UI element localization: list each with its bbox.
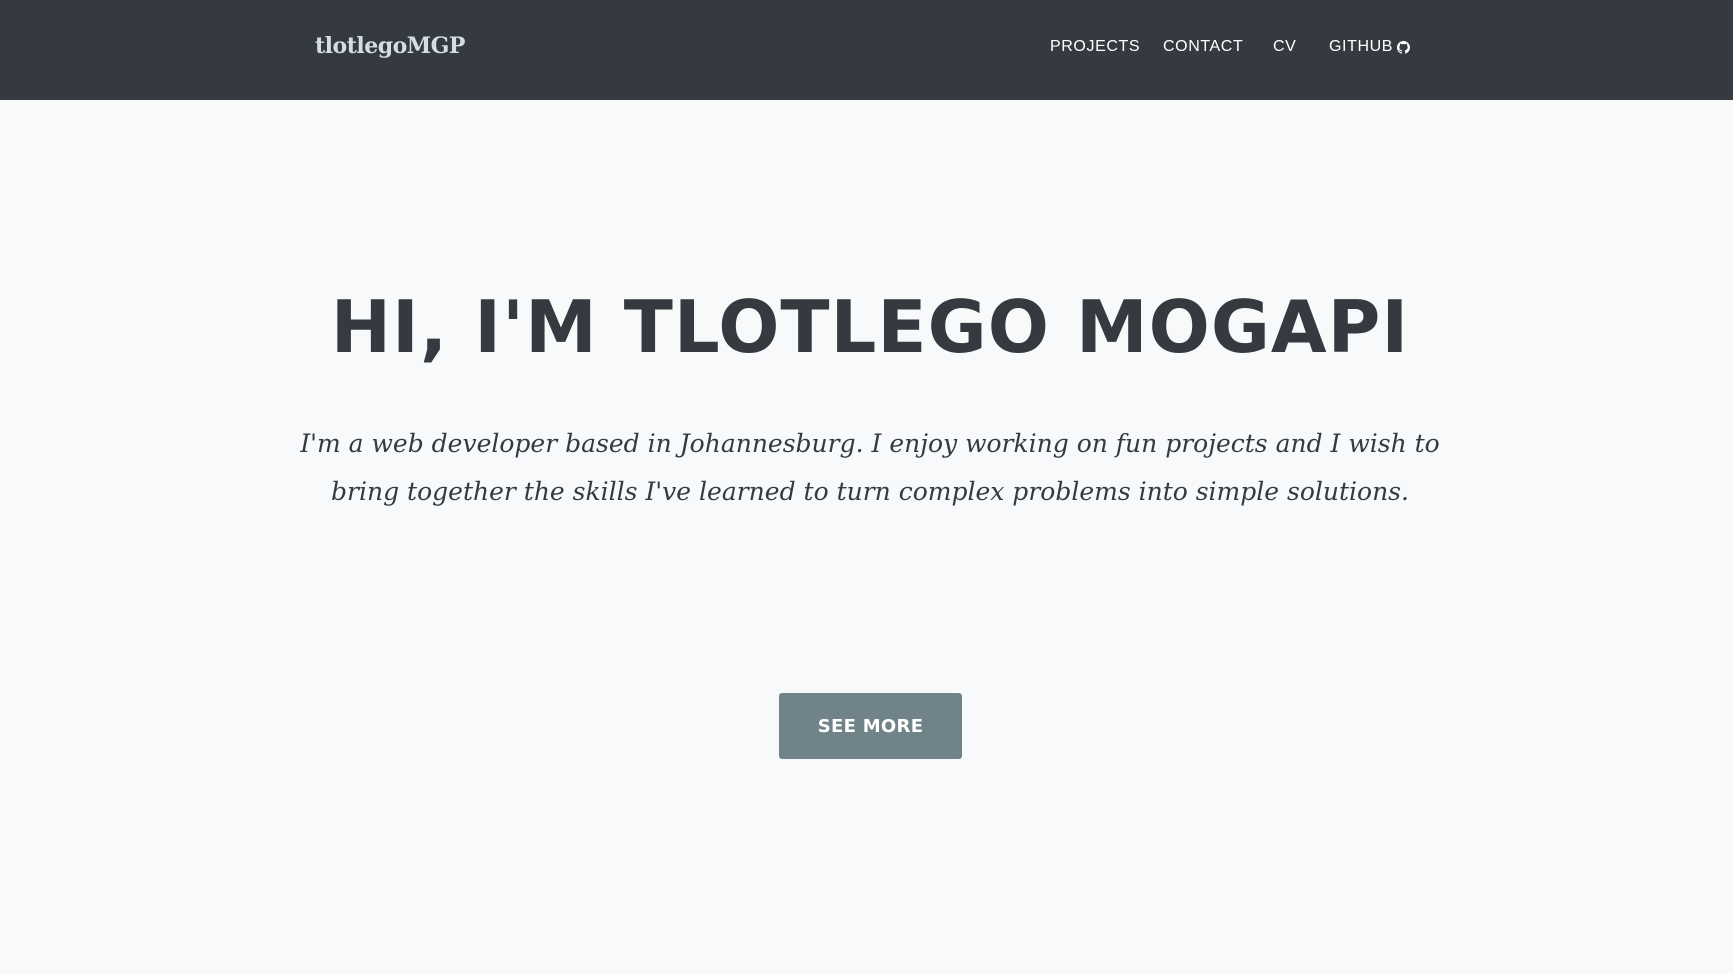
nav-link-github-label: GITHUB	[1329, 38, 1394, 55]
nav-link-github[interactable]: GITHUB	[1329, 38, 1411, 56]
brand-logo-link[interactable]: tlotlegoMGP	[315, 33, 465, 59]
top-navbar: tlotlegoMGP PROJECTS CONTACT CV GITHUB	[0, 0, 1733, 100]
github-icon	[1397, 40, 1411, 54]
nav-links: PROJECTS CONTACT CV GITHUB	[1050, 38, 1411, 58]
hero-intro-text: I'm a web developer based in Johannesbur…	[300, 429, 1440, 506]
nav-link-cv[interactable]: CV	[1273, 38, 1296, 56]
see-more-button[interactable]: SEE MORE	[779, 693, 962, 759]
nav-link-contact[interactable]: CONTACT	[1163, 38, 1243, 56]
hero-title: HI, I'M TLOTLEGO MOGAPI	[330, 285, 1410, 369]
nav-link-projects[interactable]: PROJECTS	[1050, 38, 1140, 56]
